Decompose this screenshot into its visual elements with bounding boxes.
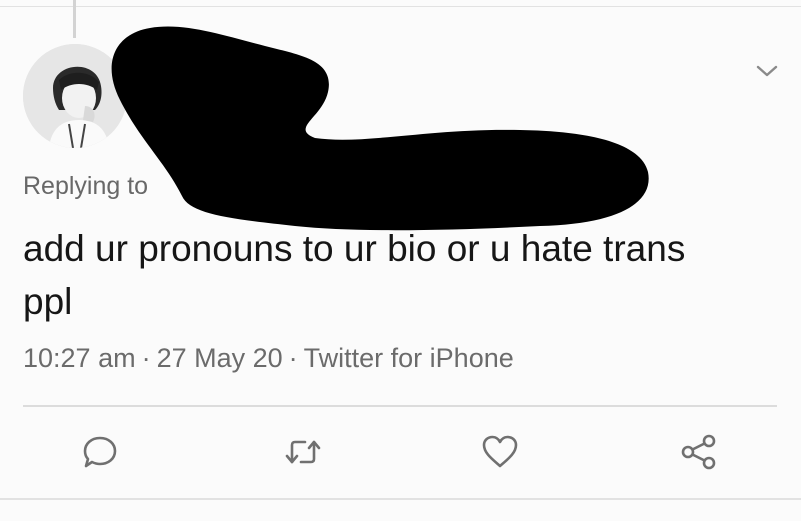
divider — [23, 405, 777, 407]
tweet-date[interactable]: 27 May 20 — [157, 343, 283, 373]
heart-icon — [482, 435, 518, 468]
meta-separator: · — [141, 343, 151, 373]
tweet-text: add ur pronouns to ur bio or u hate tran… — [23, 228, 686, 322]
replying-to-label: Replying to — [23, 172, 148, 201]
chevron-down-icon — [756, 65, 778, 77]
redaction-scribble — [111, 26, 649, 231]
retweet-button[interactable] — [283, 432, 323, 472]
tweet-detail: Replying to add ur pronouns to ur bio or… — [0, 0, 801, 521]
tweet-time[interactable]: 10:27 am — [23, 343, 136, 373]
like-button[interactable] — [480, 432, 520, 472]
tweet-metadata: 10:27 am · 27 May 20 · Twitter for iPhone — [23, 343, 514, 374]
tweet-source[interactable]: Twitter for iPhone — [304, 343, 514, 373]
meta-separator: · — [288, 343, 298, 373]
replying-to-text: Replying to — [23, 172, 149, 200]
reply-icon — [83, 436, 117, 468]
share-button[interactable] — [679, 432, 719, 472]
share-icon — [681, 434, 716, 470]
retweet-icon — [285, 440, 321, 464]
bottom-border — [0, 498, 801, 500]
reply-button[interactable] — [80, 432, 120, 472]
more-options-button[interactable] — [755, 62, 779, 80]
